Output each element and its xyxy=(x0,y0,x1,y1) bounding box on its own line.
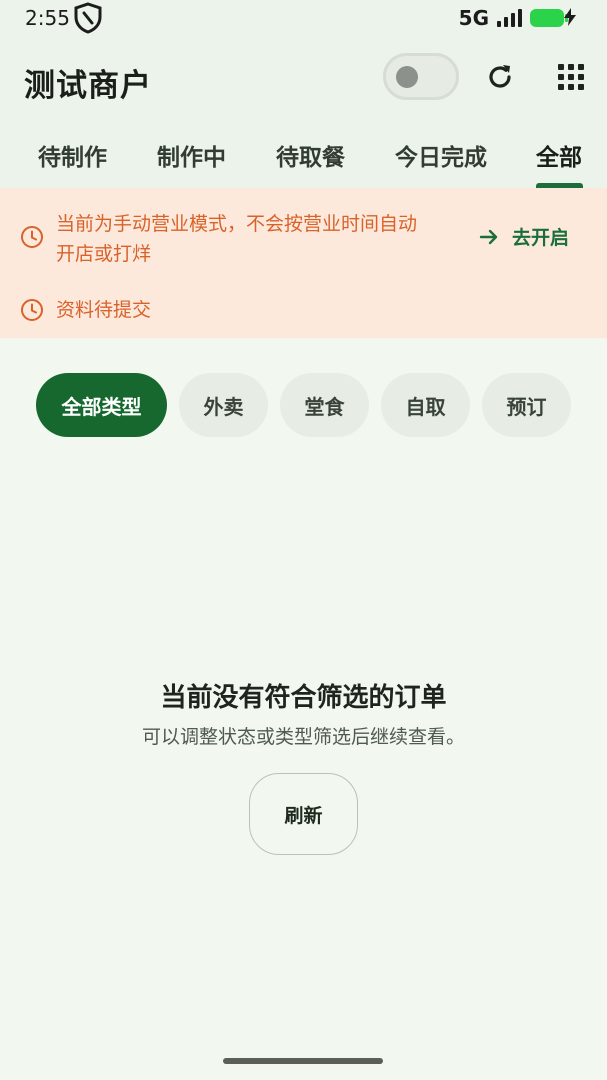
status-time: 2:55 xyxy=(25,6,70,30)
business-toggle[interactable] xyxy=(383,53,459,100)
refresh-button[interactable]: 刷新 xyxy=(249,773,358,855)
filter-chip-delivery[interactable]: 外卖 xyxy=(179,373,268,437)
status-indicators: 5G xyxy=(458,6,568,30)
battery-icon xyxy=(530,9,568,27)
enable-auto-mode-label: 去开启 xyxy=(512,227,570,249)
tab-completed-today[interactable]: 今日完成 xyxy=(395,138,487,172)
enable-auto-mode-link[interactable]: 去开启 xyxy=(478,223,569,250)
filter-chip-pickup[interactable]: 自取 xyxy=(381,373,470,437)
home-indicator[interactable] xyxy=(223,1058,383,1064)
filter-chip-dine-in[interactable]: 堂食 xyxy=(280,373,369,437)
app-header: 测试商户 待制作 制作中 待取餐 今日完成 全部 xyxy=(0,36,607,188)
network-type: 5G xyxy=(458,6,489,30)
tab-ready-for-pickup[interactable]: 待取餐 xyxy=(276,138,345,172)
status-bar: 2:55 5G xyxy=(0,0,607,36)
tab-in-progress[interactable]: 制作中 xyxy=(157,138,226,172)
clock-icon xyxy=(21,226,43,248)
filter-chip-all-types[interactable]: 全部类型 xyxy=(36,373,167,437)
signal-icon xyxy=(497,9,522,27)
empty-state-title: 当前没有符合筛选的订单 xyxy=(160,683,447,713)
grid-menu-icon[interactable] xyxy=(558,64,584,90)
order-status-tabs: 待制作 制作中 待取餐 今日完成 全部 xyxy=(0,136,607,188)
app-screen: 2:55 5G 测试商户 待制作 制作中 待取餐 今日完成 全部 当前为手动营业… xyxy=(0,0,607,1080)
tab-to-make[interactable]: 待制作 xyxy=(38,138,107,172)
arrow-right-icon xyxy=(479,229,498,244)
clock-icon xyxy=(21,299,43,321)
filter-chip-reservation[interactable]: 预订 xyxy=(482,373,571,437)
vpn-shield-icon xyxy=(74,2,102,34)
empty-state-subtitle: 可以调整状态或类型筛选后继续查看。 xyxy=(141,726,465,748)
notice-banner: 当前为手动营业模式，不会按营业时间自动 开店或打烊 去开启 资料待提交 xyxy=(0,188,607,338)
refresh-icon[interactable] xyxy=(484,61,516,93)
tab-all[interactable]: 全部 xyxy=(536,138,582,172)
manual-mode-notice-line2: 开店或打烊 xyxy=(56,243,152,265)
charging-bolt-icon xyxy=(564,8,576,26)
toggle-knob xyxy=(396,66,418,88)
pending-info-notice[interactable]: 资料待提交 xyxy=(56,295,151,325)
merchant-title: 测试商户 xyxy=(24,68,152,104)
manual-mode-notice-line1: 当前为手动营业模式，不会按营业时间自动 xyxy=(56,213,418,235)
